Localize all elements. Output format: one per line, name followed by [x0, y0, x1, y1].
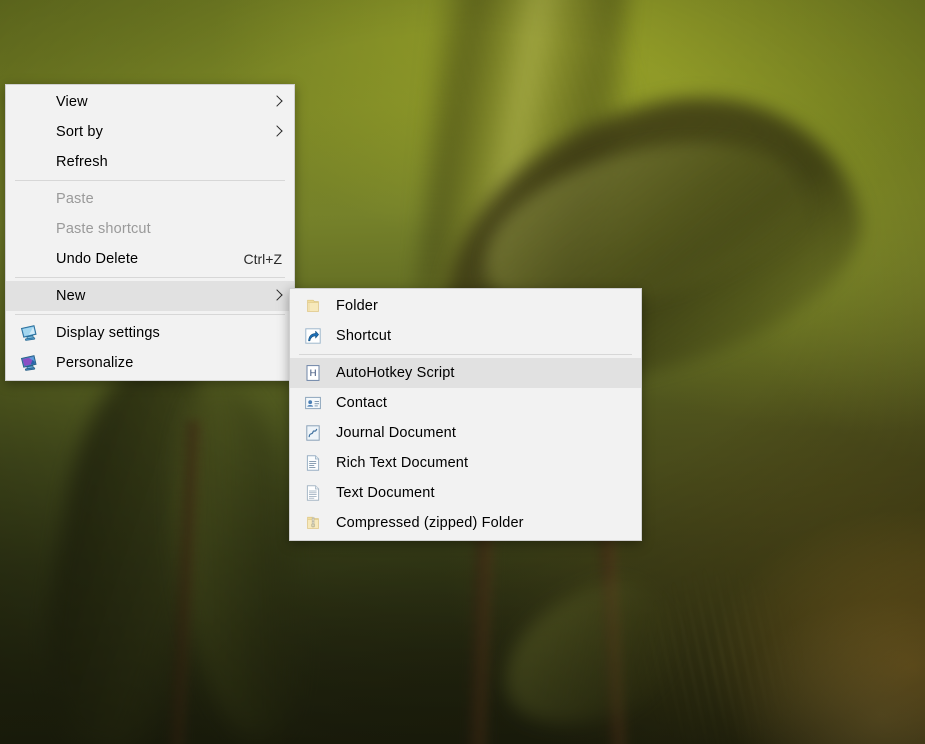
menu-item-label: Paste shortcut: [56, 221, 151, 237]
menu-item-sort-by[interactable]: Sort by: [6, 117, 294, 147]
shortcut-icon: [304, 327, 322, 345]
menu-item-label: Undo Delete: [56, 251, 139, 267]
monitor-personalize-icon: [20, 354, 38, 372]
submenu-item-journal-document[interactable]: Journal Document: [290, 418, 641, 448]
submenu-item-label: Contact: [336, 395, 388, 411]
submenu-item-label: Rich Text Document: [336, 455, 469, 471]
svg-text:H: H: [310, 368, 317, 379]
desktop-context-menu[interactable]: View Sort by Refresh Paste Paste shortcu…: [5, 84, 295, 381]
menu-item-display-settings[interactable]: Display settings: [6, 318, 294, 348]
submenu-item-rich-text-document[interactable]: Rich Text Document: [290, 448, 641, 478]
menu-item-label: Display settings: [56, 325, 160, 341]
menu-item-refresh[interactable]: Refresh: [6, 147, 294, 177]
menu-item-accelerator: Ctrl+Z: [243, 251, 283, 267]
menu-item-new[interactable]: New: [6, 281, 294, 311]
desktop[interactable]: View Sort by Refresh Paste Paste shortcu…: [0, 0, 925, 744]
submenu-item-shortcut[interactable]: Shortcut: [290, 321, 641, 351]
compressed-folder-icon: [304, 514, 322, 532]
monitor-display-icon: [20, 324, 38, 342]
menu-item-paste: Paste: [6, 184, 294, 214]
menu-item-personalize[interactable]: Personalize: [6, 348, 294, 378]
menu-item-label: Refresh: [56, 154, 108, 170]
menu-item-label: Paste: [56, 191, 94, 207]
submenu-item-label: AutoHotkey Script: [336, 365, 455, 381]
menu-separator: [15, 314, 285, 315]
submenu-item-contact[interactable]: Contact: [290, 388, 641, 418]
menu-separator: [15, 277, 285, 278]
new-submenu[interactable]: Folder Shortcut H AutoHotkey Script Cont…: [289, 288, 642, 541]
submenu-item-label: Shortcut: [336, 328, 392, 344]
submenu-item-compressed-folder[interactable]: Compressed (zipped) Folder: [290, 508, 641, 538]
journal-document-icon: [304, 424, 322, 442]
submenu-item-label: Text Document: [336, 485, 435, 501]
menu-item-label: View: [56, 94, 88, 110]
submenu-item-autohotkey-script[interactable]: H AutoHotkey Script: [290, 358, 641, 388]
submenu-item-label: Compressed (zipped) Folder: [336, 515, 524, 531]
menu-item-undo-delete[interactable]: Undo Delete Ctrl+Z: [6, 244, 294, 274]
chevron-right-icon: [272, 124, 282, 140]
chevron-right-icon: [272, 94, 282, 110]
rich-text-document-icon: [304, 454, 322, 472]
submenu-item-text-document[interactable]: Text Document: [290, 478, 641, 508]
menu-item-label: Sort by: [56, 124, 103, 140]
autohotkey-script-icon: H: [304, 364, 322, 382]
submenu-item-label: Folder: [336, 298, 378, 314]
folder-icon: [304, 297, 322, 315]
menu-item-label: New: [56, 288, 86, 304]
menu-item-label: Personalize: [56, 355, 134, 371]
chevron-right-icon: [272, 288, 282, 304]
text-document-icon: [304, 484, 322, 502]
menu-separator: [15, 180, 285, 181]
submenu-separator: [299, 354, 632, 355]
submenu-item-label: Journal Document: [336, 425, 457, 441]
menu-item-view[interactable]: View: [6, 87, 294, 117]
submenu-item-folder[interactable]: Folder: [290, 291, 641, 321]
contact-icon: [304, 394, 322, 412]
menu-item-paste-shortcut: Paste shortcut: [6, 214, 294, 244]
